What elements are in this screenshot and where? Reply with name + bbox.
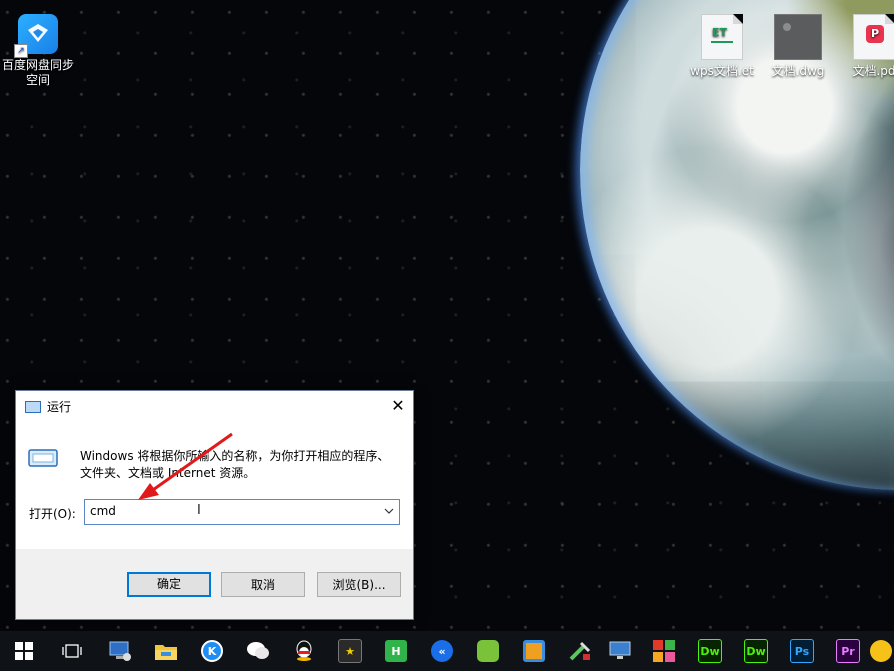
taskbar-photoshop[interactable]: Ps [782,635,822,667]
taskbar-star-app[interactable]: ★ [330,635,370,667]
taskbar: K ★ H « Dw Dw Ps Pr [0,631,894,671]
wps-et-file-icon: ET [701,14,743,60]
open-label: 打开(O): [29,507,76,521]
open-combobox[interactable]: I [84,499,400,525]
open-input[interactable] [85,500,385,522]
computer-icon [109,641,131,661]
color-blocks-icon [653,640,675,662]
taskbar-dreamweaver-2[interactable]: Dw [736,635,776,667]
star-app-icon: ★ [338,639,362,663]
photoshop-icon: Ps [790,639,814,663]
k-blue-app-icon: « [431,640,453,662]
taskbar-orange-app[interactable] [514,635,554,667]
dwg-file-icon [774,14,822,60]
green-app-icon [477,640,499,662]
taskbar-green-app[interactable] [468,635,508,667]
desktop-icon-label: 文档.dwg [771,64,825,78]
premiere-icon: Pr [836,639,860,663]
qq-icon [296,640,312,661]
shortcut-arrow-icon: ↗ [14,44,28,58]
description-text: 文件夹、文档或 Internet 资源。 [80,466,256,480]
baidu-netdisk-sync-icon: ↗ [14,14,58,58]
text-cursor-icon: I [197,503,201,518]
chevron-down-icon[interactable] [383,505,395,517]
yellow-app-icon [870,640,892,662]
browse-button[interactable]: 浏览(B)... [317,572,401,597]
desktop-icon-dwg[interactable]: 文档.dwg [760,14,836,79]
dialog-title: 运行 [47,400,72,414]
task-view-button[interactable] [52,635,92,667]
folder-icon [155,645,177,660]
desktop-icon-label: 空间 [25,73,50,87]
windows-logo-icon [15,642,33,660]
pdf-file-icon: P [853,14,894,60]
tools-app-icon [569,641,591,661]
close-button[interactable]: ✕ [383,391,413,421]
taskbar-remote-desktop[interactable] [600,635,640,667]
taskbar-yellow-app[interactable] [868,635,894,667]
taskbar-kugou[interactable]: K [192,635,232,667]
hbuilder-icon: H [385,640,407,662]
taskbar-dreamweaver-1[interactable]: Dw [690,635,730,667]
description-text: Windows 将根据你所输入的名称，为你打开相应的程序、 [80,449,390,463]
desktop-icon-baidu-sync[interactable]: ↗ 百度网盘同步 空间 [0,14,76,88]
taskbar-qq[interactable] [284,635,324,667]
wechat-icon [247,642,269,659]
start-button[interactable] [4,635,44,667]
desktop-icon-label: 文档.pd [852,64,894,78]
run-dialog: 运行 ✕ Windows 将根据你所输入的名称，为你打开相应的程序、 文件夹、文… [15,390,414,620]
taskbar-colorblocks-app[interactable] [644,635,684,667]
taskbar-hbuilder[interactable]: H [376,635,416,667]
dreamweaver-icon: Dw [744,639,768,663]
taskbar-file-explorer[interactable] [146,635,186,667]
taskbar-this-pc[interactable] [100,635,140,667]
ok-button[interactable]: 确定 [127,572,211,597]
et-badge: ET [712,26,728,39]
run-program-icon [28,449,58,467]
cancel-button[interactable]: 取消 [221,572,305,597]
desktop-icon-pdf[interactable]: P 文档.pd [836,14,894,79]
taskbar-tools-app[interactable] [560,635,600,667]
orange-app-icon [523,640,545,662]
run-app-icon [25,401,41,413]
desktop-icon-wps-et[interactable]: ET wps文档.et [684,14,760,79]
taskbar-premiere[interactable]: Pr [828,635,868,667]
desktop-icon-label: wps文档.et [690,64,754,78]
taskbar-wechat[interactable] [238,635,278,667]
monitor-icon [609,641,631,659]
taskbar-k-blue-app[interactable]: « [422,635,462,667]
title-bar[interactable]: 运行 ✕ [16,391,413,421]
dialog-content: Windows 将根据你所输入的名称，为你打开相应的程序、 文件夹、文档或 In… [16,421,413,549]
dreamweaver-icon: Dw [698,639,722,663]
kugou-icon: K [201,640,223,662]
task-view-icon [62,644,82,658]
desktop-icon-label: 百度网盘同步 [1,58,74,72]
